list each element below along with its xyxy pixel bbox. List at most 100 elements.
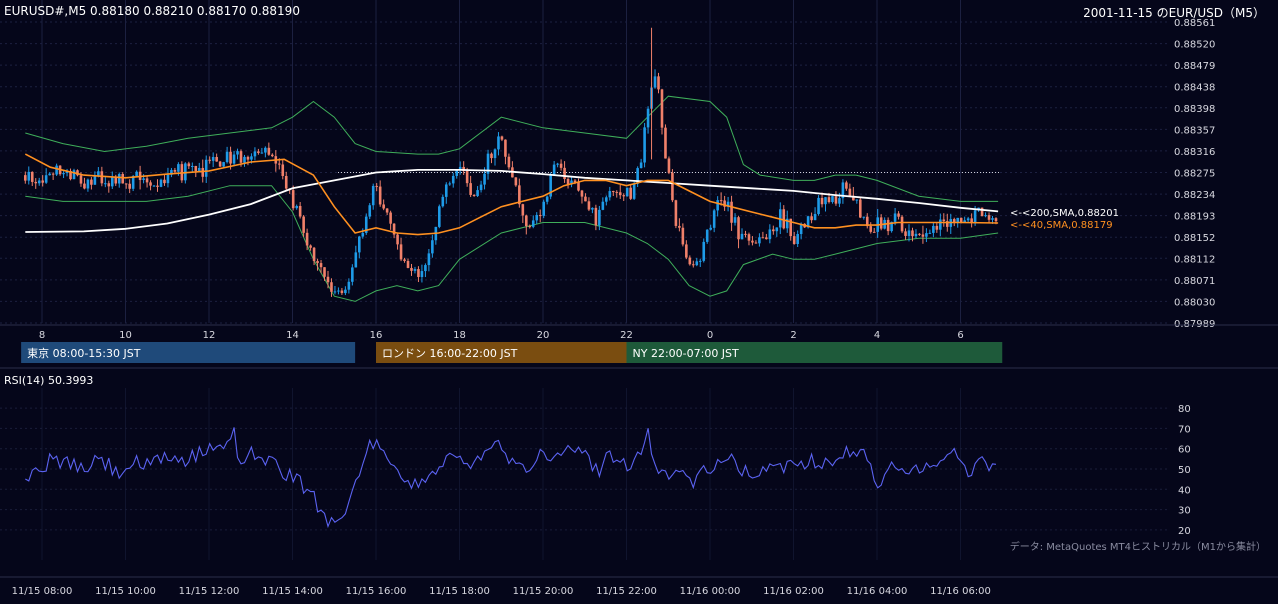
candle-down xyxy=(810,216,813,221)
candle-down xyxy=(281,164,285,176)
candle-down xyxy=(845,182,848,189)
candle-up xyxy=(476,190,479,196)
price-tick-label: 0.88398 xyxy=(1174,104,1215,115)
candle-down xyxy=(298,205,302,217)
candle-down xyxy=(594,207,598,226)
candle-up xyxy=(177,164,180,172)
candle-down xyxy=(848,188,852,196)
candle-up xyxy=(939,219,942,230)
candle-up xyxy=(625,187,629,197)
candle-down xyxy=(719,200,723,202)
candle-up xyxy=(838,198,841,204)
candle-down xyxy=(107,183,111,187)
date-tick-label: 11/15 16:00 xyxy=(346,586,407,597)
candle-down xyxy=(904,231,907,236)
date-tick-label: 11/15 20:00 xyxy=(513,586,574,597)
candle-up xyxy=(542,201,545,216)
candle-down xyxy=(660,89,664,128)
candle-up xyxy=(966,218,970,221)
candle-up xyxy=(337,290,340,292)
candle-down xyxy=(410,267,413,271)
candle-up xyxy=(855,199,859,201)
candle-down xyxy=(869,226,873,232)
session-label-london: ロンドン 16:00-22:00 JST xyxy=(382,347,518,360)
rsi-tick-label: 80 xyxy=(1178,404,1191,415)
session-label-tokyo: 東京 08:00-15:30 JST xyxy=(27,346,141,360)
price-tick-label: 0.88071 xyxy=(1174,276,1215,287)
candle-up xyxy=(733,217,737,223)
candle-down xyxy=(886,219,890,232)
candle-down xyxy=(747,234,751,241)
rsi-label: RSI(14) 50.3993 xyxy=(4,374,93,387)
chart-stage: 0.88561 0.88520 0.88479 0.88438 0.88398 0.883… xyxy=(0,0,1278,600)
price-tick-label: 0.88316 xyxy=(1174,147,1215,158)
candle-up xyxy=(424,265,427,272)
candle-down xyxy=(389,212,392,224)
candle-down xyxy=(754,242,758,244)
candle-down xyxy=(538,215,542,217)
candle-down xyxy=(41,180,44,183)
price-tick-label: 0.88030 xyxy=(1174,297,1215,308)
candle-down xyxy=(678,225,681,228)
candle-up xyxy=(643,127,646,163)
candle-down xyxy=(563,167,566,180)
candle-up xyxy=(831,196,834,203)
candle-down xyxy=(396,234,399,245)
candle-up xyxy=(914,233,918,237)
candle-down xyxy=(90,179,93,185)
source-note: データ: MetaQuotes MT4ヒストリカル（M1から集計） xyxy=(1010,540,1266,553)
candle-up xyxy=(605,197,608,202)
candle-up xyxy=(62,173,65,175)
candle-up xyxy=(552,164,556,175)
candle-down xyxy=(406,260,410,268)
candle-up xyxy=(639,162,643,169)
price-chart[interactable]: 0.885610.885200.884790.884380.883980.883… xyxy=(0,0,1278,600)
candle-up xyxy=(197,167,201,171)
candle-up xyxy=(344,289,347,294)
candle-down xyxy=(469,183,472,195)
candle-up xyxy=(813,214,817,221)
candle-up xyxy=(928,232,932,234)
candle-down xyxy=(51,173,55,175)
candle-down xyxy=(685,244,688,258)
candle-up xyxy=(646,108,650,128)
candle-up xyxy=(117,174,121,184)
candle-up xyxy=(455,169,459,176)
candle-down xyxy=(208,159,211,161)
candle-down xyxy=(559,163,563,168)
candle-up xyxy=(110,176,114,187)
candle-up xyxy=(222,162,225,167)
rsi-tick-label: 40 xyxy=(1178,485,1191,496)
candle-down xyxy=(382,204,385,209)
hour-tick-label: 10 xyxy=(119,330,132,341)
price-tick-label: 0.88234 xyxy=(1174,190,1215,201)
candle-down xyxy=(751,240,754,243)
candle-up xyxy=(973,210,977,223)
candle-down xyxy=(671,172,674,201)
candle-down xyxy=(83,183,86,189)
candle-up xyxy=(768,229,772,240)
candle-down xyxy=(323,267,326,277)
candle-up xyxy=(991,218,994,220)
candle-up xyxy=(712,210,716,228)
candle-up xyxy=(333,291,337,293)
candle-down xyxy=(528,226,532,228)
candle-down xyxy=(302,216,305,233)
price-tick-label: 0.88357 xyxy=(1174,125,1215,136)
candle-up xyxy=(420,271,424,278)
date-tick-label: 11/16 04:00 xyxy=(847,586,908,597)
candle-down xyxy=(34,181,38,184)
candle-up xyxy=(250,156,253,160)
candle-down xyxy=(271,154,274,157)
hour-tick-label: 14 xyxy=(286,330,299,341)
candle-up xyxy=(152,185,156,187)
candle-down xyxy=(378,186,382,205)
candle-down xyxy=(730,201,733,223)
candle-down xyxy=(149,182,152,186)
candle-up xyxy=(556,163,559,165)
candle-up xyxy=(591,207,594,210)
price-tick-label: 0.88479 xyxy=(1174,61,1215,72)
candle-down xyxy=(340,290,344,294)
date-tick-label: 11/15 10:00 xyxy=(95,586,156,597)
candle-down xyxy=(246,156,250,160)
